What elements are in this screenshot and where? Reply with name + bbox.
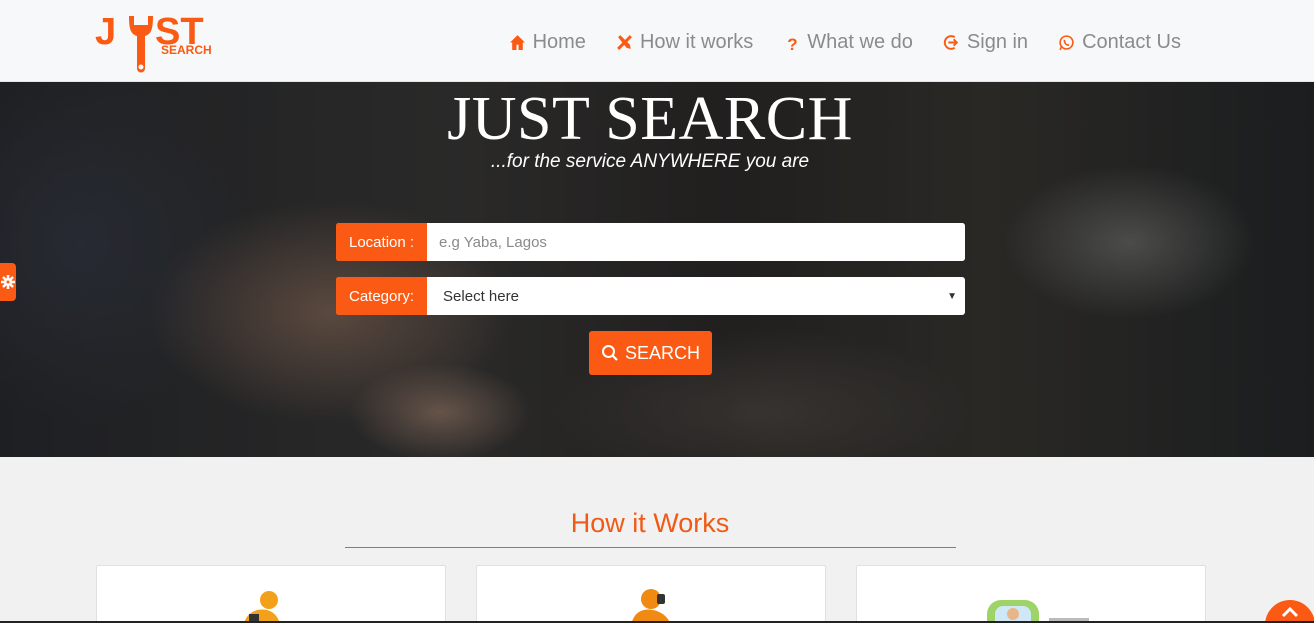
category-label: Category: <box>336 277 428 315</box>
location-input[interactable] <box>427 223 965 261</box>
question-icon: ? <box>788 35 798 51</box>
search-button-label: SEARCH <box>624 342 700 363</box>
svg-text:?: ? <box>788 35 798 51</box>
nav-how-it-works-label: How it works <box>639 31 754 53</box>
search-button[interactable]: SEARCH <box>589 331 712 375</box>
how-it-works-card <box>856 565 1206 623</box>
home-icon <box>509 35 525 50</box>
mechanic-window-icon <box>987 600 1089 623</box>
how-it-works-title: How it Works <box>570 508 730 538</box>
person-searching-icon <box>244 591 280 623</box>
navbar: J ST SEARCH Home How it works ? What we … <box>0 0 1314 82</box>
whatsapp-icon <box>1059 35 1074 51</box>
caret-down-icon: ▼ <box>947 290 957 302</box>
svg-text:J: J <box>95 11 116 53</box>
nav-sign-in[interactable]: Sign in <box>943 31 1028 54</box>
location-label: Location : <box>336 223 428 261</box>
nav-how-it-works[interactable]: How it works <box>616 31 753 54</box>
sign-in-icon <box>943 35 959 50</box>
tools-icon <box>617 35 632 50</box>
chevron-up-icon <box>1281 606 1299 618</box>
settings-tab[interactable] <box>0 263 16 301</box>
gear-icon <box>1 275 15 289</box>
search-icon <box>601 345 618 361</box>
nav-home-label: Home <box>532 31 586 53</box>
nav-contact-us[interactable]: Contact Us <box>1058 31 1181 54</box>
just-search-logo[interactable]: J ST SEARCH <box>95 10 237 76</box>
location-field: Location : <box>336 223 965 261</box>
category-select[interactable]: Select here ▼ <box>427 277 965 315</box>
back-to-top-button[interactable] <box>1265 600 1314 623</box>
category-field: Category: Select here ▼ <box>336 277 965 315</box>
hero-banner: JUST SEARCH ...for the service ANYWHERE … <box>0 82 1314 457</box>
hero-title: JUST SEARCH <box>447 85 853 153</box>
how-it-works-card <box>476 565 826 623</box>
section-divider <box>345 547 956 548</box>
nav-what-we-do-label: What we do <box>807 31 913 53</box>
category-select-value: Select here <box>443 287 519 305</box>
nav-sign-in-label: Sign in <box>966 31 1029 53</box>
logo-subtext: SEARCH <box>161 43 212 57</box>
person-phone-icon <box>631 589 671 623</box>
hero-subtitle: ...for the service ANYWHERE you are <box>490 151 810 172</box>
how-it-works-card <box>96 565 446 623</box>
nav-home[interactable]: Home <box>509 31 586 54</box>
nav-contact-us-label: Contact Us <box>1082 31 1181 53</box>
nav-what-we-do[interactable]: ? What we do <box>783 31 913 54</box>
main-nav: Home How it works ? What we do Sign in C… <box>509 31 1181 54</box>
